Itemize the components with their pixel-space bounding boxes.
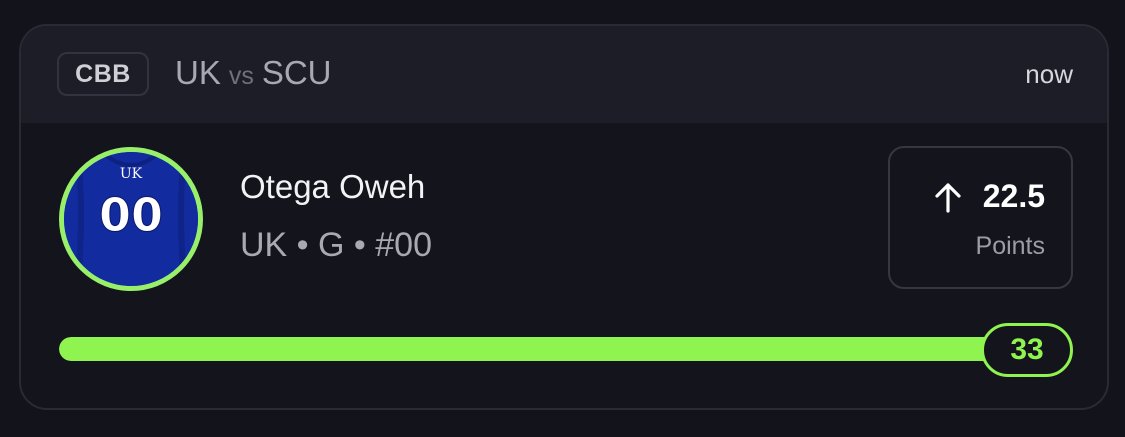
player-name: Otega Oweh — [240, 168, 426, 205]
jersey-team-text: UK — [120, 166, 143, 182]
progress-fill — [59, 337, 999, 361]
prop-line-value: 22.5 — [982, 178, 1045, 214]
arrow-up-icon — [933, 181, 963, 213]
prop-line-box[interactable]: 22.5 Points — [888, 146, 1073, 289]
vs-label: vs — [228, 62, 254, 90]
stat-label: Points — [975, 232, 1045, 260]
home-team: UK — [175, 54, 221, 91]
jersey-number-text: 00 — [99, 188, 163, 242]
game-time: now — [1025, 59, 1073, 89]
player-meta: UK • G • #00 — [240, 226, 432, 264]
league-badge: CBB — [57, 52, 149, 96]
player-avatar: UK 00 — [59, 147, 203, 291]
away-team: SCU — [261, 54, 332, 91]
current-stat-badge: 33 — [981, 323, 1073, 377]
matchup: UK vs SCU — [175, 54, 332, 98]
player-prop-card[interactable]: CBB UK vs SCU now UK 00 Otega Oweh UK • … — [19, 24, 1109, 410]
game-header: CBB UK vs SCU now — [21, 26, 1107, 123]
jersey-icon: UK 00 — [64, 152, 198, 286]
prop-line-row: 22.5 — [933, 178, 1045, 215]
progress-track — [59, 337, 999, 361]
